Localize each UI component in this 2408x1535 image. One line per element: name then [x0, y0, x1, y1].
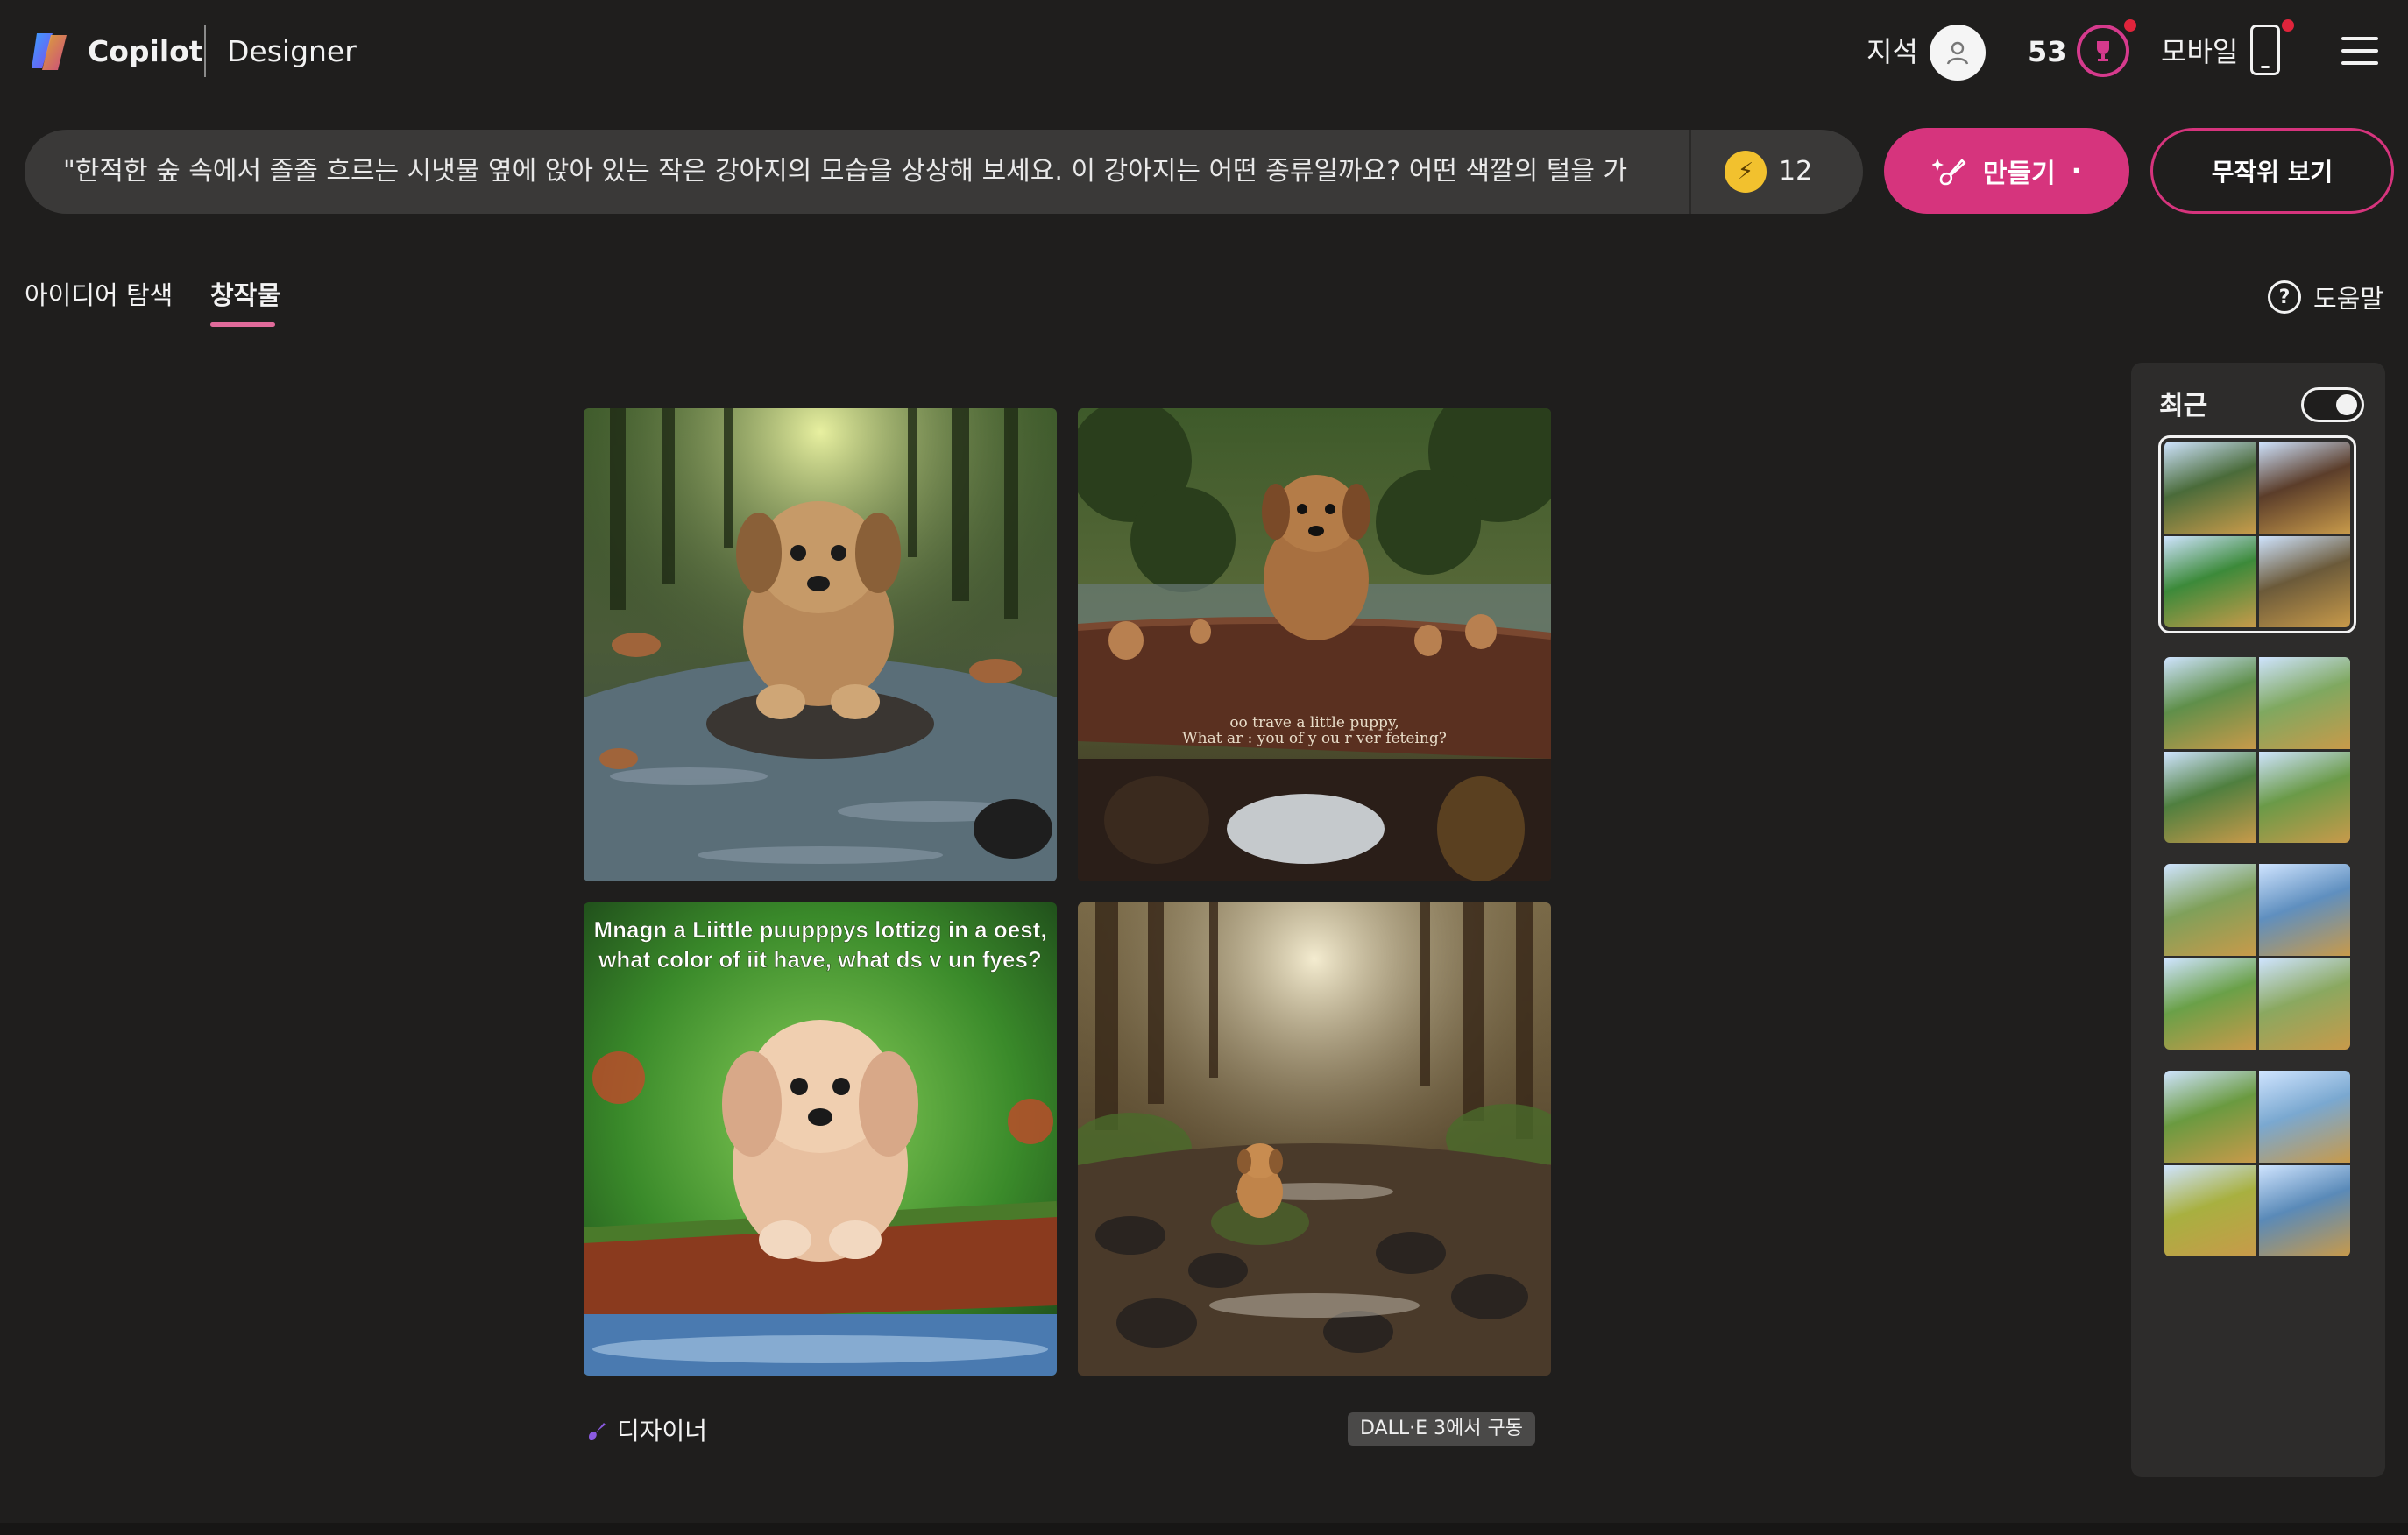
thumb-tile — [2258, 864, 2350, 956]
thumb-tile — [2164, 657, 2256, 749]
thumb-tile — [2164, 1071, 2256, 1163]
puppy-on-log-image: oo trave a little puppy, What ar : you o… — [1078, 408, 1551, 881]
thumb-tile — [2164, 864, 2256, 956]
copilot-logo-icon[interactable] — [28, 28, 75, 75]
header-divider — [204, 25, 206, 77]
thumb-tile — [2258, 535, 2350, 627]
recent-set-4[interactable] — [2164, 1071, 2350, 1256]
user-name[interactable]: 지석 — [1866, 30, 1918, 74]
surprise-me-button[interactable]: 무작위 보기 — [2150, 128, 2394, 214]
designer-footer[interactable]: 디자이너 — [584, 1412, 707, 1447]
tab-creations[interactable]: 창작물 — [210, 277, 280, 314]
tab-explore-ideas[interactable]: 아이디어 탐색 — [25, 277, 173, 314]
boost-lightning-icon[interactable]: ⚡ — [1725, 151, 1767, 193]
thumb-tile — [2258, 751, 2350, 843]
boost-count: 12 — [1779, 156, 1813, 187]
fluffy-puppy-image: Mnagn a Liittle puupppys lottizg in a oe… — [584, 902, 1057, 1376]
menu-icon[interactable] — [2341, 37, 2378, 65]
image-3-caption-line-2: what color of iit have, what ds v un fye… — [598, 946, 1042, 973]
question-icon: ? — [2268, 280, 2301, 314]
powered-by-badge: DALL·E 3에서 구동 — [1348, 1412, 1535, 1446]
generated-image-4[interactable] — [1078, 902, 1551, 1376]
mobile-notification-dot — [2282, 19, 2294, 32]
image-3-caption-line-1: Mnagn a Liittle puupppys lottizg in a oe… — [593, 916, 1046, 943]
help-link[interactable]: ? 도움말 — [2268, 279, 2383, 315]
product-name[interactable]: Designer — [227, 30, 357, 74]
brand-name[interactable]: Copilot — [88, 30, 203, 74]
mobile-label[interactable]: 모바일 — [2161, 30, 2238, 74]
thumb-tile — [2258, 657, 2350, 749]
prompt-input-bar[interactable]: "한적한 숲 속에서 졸졸 흐르는 시냇물 옆에 앉아 있는 작은 강아지의 모… — [25, 130, 1863, 214]
active-tab-indicator — [210, 322, 275, 327]
generated-image-3[interactable]: Mnagn a Liittle puupppys lottizg in a oe… — [584, 902, 1057, 1376]
recent-panel: 최근 — [2131, 363, 2385, 1477]
designer-logo-icon — [589, 1423, 606, 1440]
recent-set-2[interactable] — [2164, 657, 2350, 843]
create-button[interactable]: 만들기 · — [1884, 128, 2129, 214]
thumb-tile — [2258, 1164, 2350, 1256]
rewards-trophy-icon[interactable] — [2077, 25, 2129, 77]
recent-panel-title: 최근 — [2159, 391, 2208, 421]
prompt-divider — [1689, 130, 1691, 214]
recent-set-1[interactable] — [2158, 435, 2356, 633]
reward-count[interactable]: 53 — [2028, 30, 2067, 74]
mobile-phone-icon[interactable] — [2250, 25, 2280, 75]
thumb-tile — [2164, 958, 2256, 1050]
thumb-tile — [2164, 442, 2256, 534]
thumb-tile — [2258, 442, 2350, 534]
top-bar: Copilot Designer 지석 53 모바일 — [0, 0, 2408, 105]
thumb-tile — [2164, 1164, 2256, 1256]
sunlit-forest-puppy-image — [1078, 902, 1551, 1376]
trophy-icon — [2097, 41, 2109, 61]
loading-dots: · — [2071, 155, 2082, 187]
reward-notification-dot — [2124, 19, 2136, 32]
thumb-tile — [2258, 1071, 2350, 1163]
person-icon — [1946, 41, 1969, 65]
image-2-caption-line-2: What ar : you of y ou r ver feteing? — [1182, 730, 1447, 747]
thumb-tile — [2164, 751, 2256, 843]
generated-image-2[interactable]: oo trave a little puppy, What ar : you o… — [1078, 408, 1551, 881]
user-avatar[interactable] — [1930, 25, 1986, 81]
puppy-on-rock-image — [584, 408, 1057, 881]
prompt-input[interactable]: "한적한 숲 속에서 졸졸 흐르는 시냇물 옆에 앉아 있는 작은 강아지의 모… — [63, 130, 1693, 214]
thumb-tile — [2164, 535, 2256, 627]
recent-toggle[interactable] — [2301, 387, 2364, 422]
help-label: 도움말 — [2313, 284, 2384, 314]
recent-set-3[interactable] — [2164, 864, 2350, 1050]
create-button-label: 만들기 — [1982, 159, 2056, 189]
bottom-edge — [0, 1523, 2408, 1535]
generated-image-1[interactable] — [584, 408, 1057, 881]
image-2-caption-line-1: oo trave a little puppy, — [1229, 714, 1399, 732]
designer-footer-label: 디자이너 — [617, 1417, 708, 1446]
thumb-tile — [2258, 958, 2350, 1050]
brush-sparkle-icon — [1931, 159, 1966, 186]
